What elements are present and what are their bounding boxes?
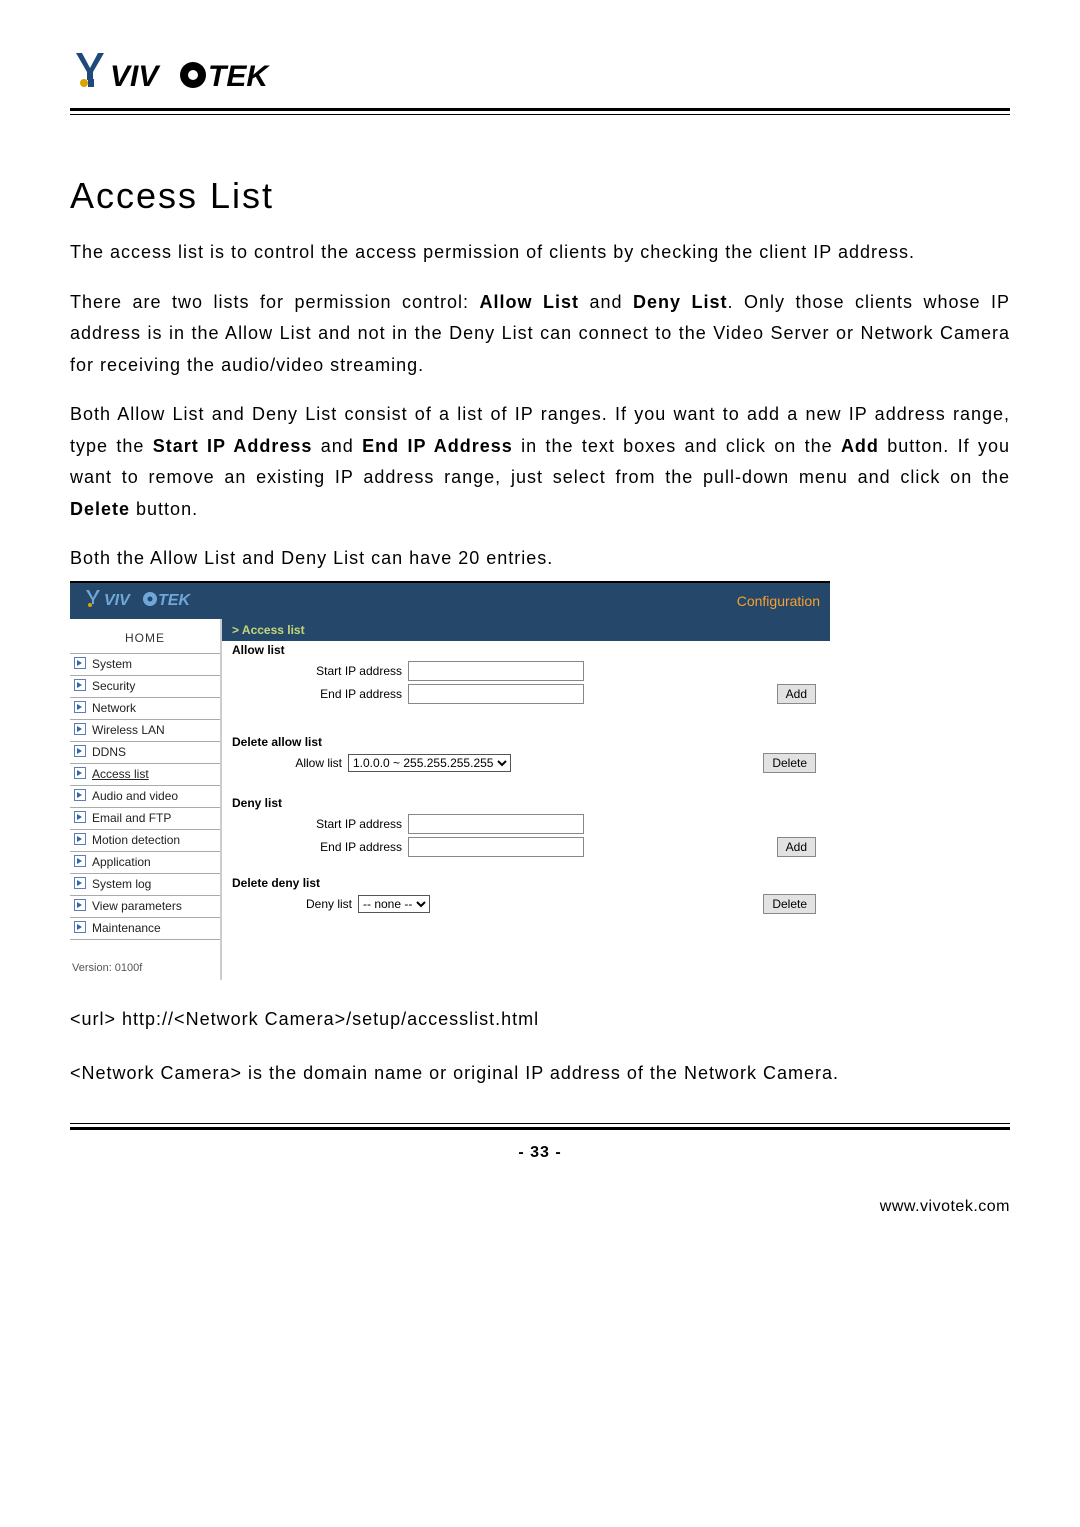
p2-pre: There are two lists for permission contr…: [70, 292, 479, 312]
nav-item-system-log[interactable]: System log: [70, 874, 220, 896]
allow-start-ip-input[interactable]: [408, 661, 584, 681]
brand-logo-area: VIV TEK: [70, 50, 1010, 100]
deny-start-ip-input[interactable]: [408, 814, 584, 834]
allow-end-ip-label: End IP address: [232, 687, 408, 701]
arrow-right-icon: [74, 657, 86, 672]
configuration-label: Configuration: [737, 593, 820, 609]
nav-item-motion-detection[interactable]: Motion detection: [70, 830, 220, 852]
arrow-right-icon: [74, 855, 86, 870]
arrow-right-icon: [74, 789, 86, 804]
nav-item-view-parameters[interactable]: View parameters: [70, 896, 220, 918]
p3-post: button.: [130, 499, 198, 519]
config-panel: > Access list Allow list Start IP addres…: [220, 619, 830, 980]
nav-item-network[interactable]: Network: [70, 698, 220, 720]
allow-delete-button[interactable]: Delete: [763, 753, 816, 773]
vivotek-small-logo: VIV TEK: [84, 588, 204, 613]
nav-item-ddns[interactable]: DDNS: [70, 742, 220, 764]
arrow-right-icon: [74, 833, 86, 848]
svg-text:VIV: VIV: [110, 60, 161, 93]
arrow-right-icon: [74, 811, 86, 826]
allow-list-heading: Allow list: [232, 643, 820, 657]
intro-paragraph-2: There are two lists for permission contr…: [70, 287, 1010, 382]
nav-sidebar: HOME System Security Network Wireless LAN DD…: [70, 619, 220, 980]
deny-end-ip-input[interactable]: [408, 837, 584, 857]
arrow-right-icon: [74, 745, 86, 760]
p3-mid2: in the text boxes and click on the: [513, 436, 841, 456]
nav-home[interactable]: HOME: [70, 623, 220, 653]
nav-item-label: Network: [92, 701, 136, 715]
deny-end-ip-label: End IP address: [232, 840, 408, 854]
deny-add-button[interactable]: Add: [777, 837, 816, 857]
arrow-right-icon: [74, 723, 86, 738]
delete-term: Delete: [70, 499, 130, 519]
nav-item-maintenance[interactable]: Maintenance: [70, 918, 220, 940]
deny-list-term: Deny List: [633, 292, 728, 312]
nav-item-label: Security: [92, 679, 135, 693]
p2-mid: and: [579, 292, 633, 312]
nav-item-label: Maintenance: [92, 921, 161, 935]
intro-paragraph-3: Both Allow List and Deny List consist of…: [70, 399, 1010, 525]
nav-item-access-list[interactable]: Access list: [70, 764, 220, 786]
firmware-version: Version: 0100f: [70, 962, 220, 974]
nav-item-label: View parameters: [92, 899, 182, 913]
intro-paragraph-1: The access list is to control the access…: [70, 237, 1010, 269]
deny-list-select[interactable]: -- none --: [358, 895, 430, 913]
nav-item-wireless-lan[interactable]: Wireless LAN: [70, 720, 220, 742]
allow-list-select[interactable]: 1.0.0.0 ~ 255.255.255.255: [348, 754, 511, 772]
nav-list: System Security Network Wireless LAN DDNS Acc…: [70, 653, 220, 940]
nav-item-email-and-ftp[interactable]: Email and FTP: [70, 808, 220, 830]
nav-item-security[interactable]: Security: [70, 676, 220, 698]
add-term: Add: [841, 436, 879, 456]
allow-start-ip-label: Start IP address: [232, 664, 408, 678]
allow-list-term: Allow List: [479, 292, 578, 312]
page-number: - 33 -: [70, 1144, 1010, 1162]
deny-list-heading: Deny list: [232, 796, 820, 810]
deny-list-select-label: Deny list: [232, 897, 358, 911]
nav-item-audio-and-video[interactable]: Audio and video: [70, 786, 220, 808]
delete-allow-heading: Delete allow list: [232, 735, 820, 749]
nav-item-label: System: [92, 657, 132, 671]
arrow-right-icon: [74, 679, 86, 694]
url-line-1: <url> http://<Network Camera>/setup/acce…: [70, 1004, 1010, 1035]
nav-item-label: Application: [92, 855, 151, 869]
intro-paragraph-4: Both the Allow List and Deny List can ha…: [70, 543, 1010, 575]
nav-item-label: Wireless LAN: [92, 723, 165, 737]
nav-item-system[interactable]: System: [70, 654, 220, 676]
breadcrumb: > Access list: [222, 619, 830, 641]
delete-deny-heading: Delete deny list: [232, 876, 820, 890]
nav-item-label: Audio and video: [92, 789, 178, 803]
header-rule: [70, 108, 1010, 115]
deny-start-ip-label: Start IP address: [232, 817, 408, 831]
p3-mid: and: [312, 436, 362, 456]
vivotek-logo: VIV TEK: [70, 50, 1010, 100]
nav-item-label: Access list: [92, 767, 149, 781]
footer-site: www.vivotek.com: [70, 1198, 1010, 1216]
nav-item-label: Motion detection: [92, 833, 180, 847]
arrow-right-icon: [74, 767, 86, 782]
nav-item-application[interactable]: Application: [70, 852, 220, 874]
allow-end-ip-input[interactable]: [408, 684, 584, 704]
arrow-right-icon: [74, 701, 86, 716]
svg-text:TEK: TEK: [158, 592, 191, 609]
allow-add-button[interactable]: Add: [777, 684, 816, 704]
config-screenshot: VIV TEK Configuration HOME System Securit…: [70, 581, 830, 980]
arrow-right-icon: [74, 877, 86, 892]
screenshot-topbar: VIV TEK Configuration: [70, 583, 830, 619]
deny-delete-button[interactable]: Delete: [763, 894, 816, 914]
arrow-right-icon: [74, 921, 86, 936]
nav-item-label: System log: [92, 877, 151, 891]
svg-text:VIV: VIV: [104, 592, 131, 609]
end-ip-term: End IP Address: [362, 436, 513, 456]
footer-rule: [70, 1123, 1010, 1130]
svg-text:TEK: TEK: [208, 60, 270, 93]
start-ip-term: Start IP Address: [153, 436, 313, 456]
url-line-2: <Network Camera> is the domain name or o…: [70, 1058, 1010, 1089]
nav-item-label: DDNS: [92, 745, 126, 759]
allow-list-select-label: Allow list: [232, 756, 348, 770]
page-title: Access List: [70, 175, 1010, 217]
nav-item-label: Email and FTP: [92, 811, 171, 825]
arrow-right-icon: [74, 899, 86, 914]
